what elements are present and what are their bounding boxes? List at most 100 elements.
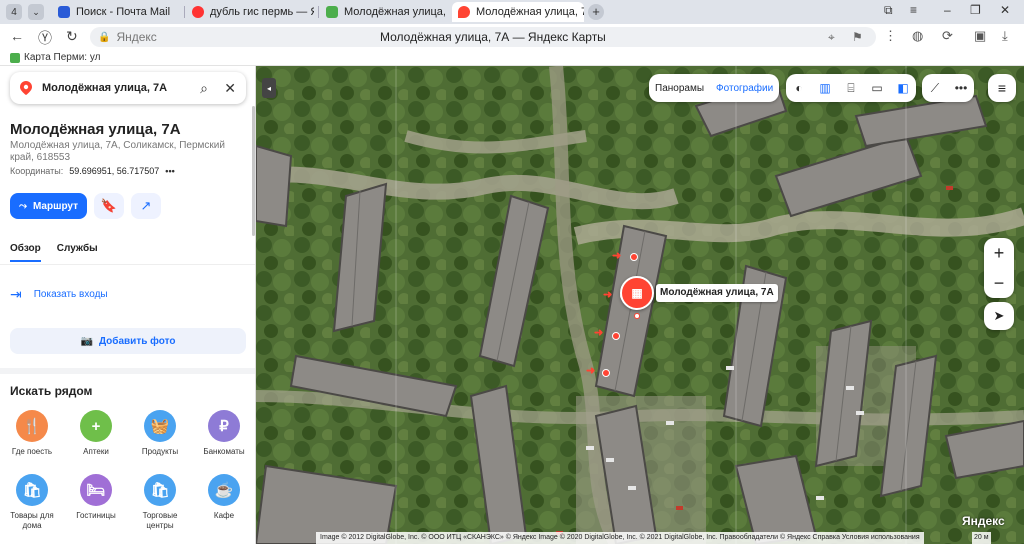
yandex-id-icon[interactable]: Ⓨ [38,28,52,48]
tab-divider [184,6,185,18]
shopping-bag-icon: 🛍 [144,474,176,506]
close-icon[interactable]: ✕ [224,80,236,97]
layers-icon[interactable]: ◧ [890,74,916,102]
entrance-arrow-icon: ➜ [603,289,613,301]
close-window-icon[interactable]: ✕ [1000,3,1010,17]
nearby-category[interactable]: 🛏 Гостиницы [66,474,126,521]
bookmark-item[interactable]: Карта Перми: ул [24,52,100,63]
show-entrances-link[interactable]: ⇥ Показать входы [10,286,108,303]
address-bar-row: ← Ⓨ ↻ 🔒 Яндекс Молодёжная улица, 7А — Ян… [0,24,1024,50]
section-divider [0,368,255,374]
back-arrow-icon[interactable]: ← [10,28,24,44]
more-vertical-icon[interactable]: ⋮ [884,28,897,44]
tab-divider [318,6,319,18]
nearby-category[interactable]: 🛍 Товары для дома [2,474,62,531]
route-button[interactable]: ⤳ Маршрут [10,193,87,219]
nearby-category[interactable]: 🛍 Торговые центры [130,474,190,531]
browser-tab-maps-1[interactable]: Молодёжная улица, 7а — ... [320,2,448,22]
tab-count-badge[interactable]: 4 [6,4,22,20]
minimize-icon[interactable]: – [944,3,951,17]
marker-label[interactable]: Молодёжная улица, 7А [656,284,778,302]
nearby-category-label: Банкоматы [203,447,245,456]
nearby-category[interactable]: ₽ Банкоматы [194,410,254,457]
tab-list-chevron-icon[interactable]: ⌄ [28,4,44,20]
search-input[interactable]: Молодёжная улица, 7А [42,82,167,94]
ruble-icon: ₽ [208,410,240,442]
maximize-icon[interactable]: ❐ [970,3,981,17]
menu-hamburger-icon[interactable]: ≡ [910,3,917,17]
sidebar-scrollbar[interactable] [252,106,255,236]
more-horizontal-icon[interactable]: ••• [948,74,974,102]
more-options-icon[interactable]: ••• [165,166,174,176]
nearby-title: Искать рядом [10,384,93,398]
panoramas-button[interactable]: Панорамы [649,83,710,94]
entrance-arrow-icon: ➜ [612,250,622,262]
place-address: Молодёжная улица, 7А, Соликамск, Пермски… [10,140,225,163]
new-tab-button[interactable]: + [588,4,604,20]
browser-tab-search[interactable]: дубль гис пермь — Яндекс [186,2,314,22]
coordinates-value[interactable]: 59.696951, 56.717507 [69,166,159,176]
url-page-title: Молодёжная улица, 7А — Яндекс Карты [380,30,606,44]
lock-icon[interactable]: 🔒 [98,32,110,43]
tab-overview[interactable]: Обзор [10,243,41,262]
main-menu-button[interactable]: ≡ [988,74,1016,102]
share-button[interactable]: ↗ [131,193,161,219]
globe-icon[interactable]: ◍ [912,28,923,44]
bed-icon: 🛏 [80,474,112,506]
tab-services[interactable]: Службы [57,243,98,262]
nearby-category-label: Торговые центры [142,511,178,530]
extension-icon[interactable]: ⟳ [942,28,953,44]
ruler-icon[interactable]: ⟋ [922,74,948,102]
satellite-layer-icon[interactable]: ◐ [786,74,812,102]
nearby-category-label: Гостиницы [76,511,116,520]
zoom-out-button[interactable]: − [984,268,1014,298]
fork-knife-icon: 🍴 [16,410,48,442]
downloads-icon[interactable]: ⤓ [1002,28,1008,44]
nearby-category[interactable]: 🍴 Где поесть [2,410,62,457]
camera-plus-icon: 📷 [80,335,93,347]
copyright-bar[interactable]: Image © 2012 DigitalGlobe, Inc. © ООО ИТ… [316,532,924,544]
bookmark-icon[interactable]: ⚑ [852,30,863,44]
browser-tab-label: Молодёжная улица, 7а — ... [344,6,448,18]
reload-icon[interactable]: ↻ [66,28,78,45]
bus-icon[interactable]: ▭ [864,74,890,102]
browser-tabbar: 4 ⌄ Поиск - Почта Mail дубль гис пермь —… [0,0,1024,24]
photos-button[interactable]: Фотографии [710,83,779,94]
pharmacy-cross-icon: + [80,410,112,442]
tabs-divider [0,264,255,265]
nearby-category[interactable]: + Аптеки [66,410,126,457]
nearby-category-label: Товары для дома [10,511,54,530]
entrance-arrow-icon: ➜ [594,327,604,339]
browser-tab-maps-active[interactable]: Молодёжная улица, 7А — ✕ [452,2,584,22]
extra-tools: ⟋ ••• [922,74,974,102]
camera-icon[interactable]: ⌸ [838,74,864,102]
search-box[interactable]: Молодёжная улица, 7А ⌕ ✕ [10,72,246,104]
building-marker[interactable]: ▦ [620,276,654,310]
search-icon[interactable]: ⌕ [200,80,208,97]
map-book-icon[interactable]: ▥ [812,74,838,102]
nearby-category[interactable]: ☕ Кафе [194,474,254,521]
share-icon: ↗ [140,198,152,213]
building-icon: ▦ [631,286,643,300]
collapse-sidebar-button[interactable]: ◂ [262,78,276,98]
browser-tab-mail[interactable]: Поиск - Почта Mail [52,2,180,22]
basket-icon: 🧺 [144,410,176,442]
my-location-button[interactable]: ➤ [984,302,1014,330]
map-tools: ◐ ▥ ⌸ ▭ ◧ [786,74,916,102]
satellite-map[interactable]: ◂ Панорамы Фотографии ◐ ▥ ⌸ ▭ ◧ ⟋ ••• ≡ … [256,66,1024,544]
nearby-category[interactable]: 🧺 Продукты [130,410,190,457]
entrance-marker[interactable] [612,332,620,340]
entrance-marker[interactable] [602,369,610,377]
location-pin-icon[interactable]: ⌖ [828,30,835,45]
bookmark-button[interactable]: 🔖 [94,193,124,219]
place-tabs: Обзор Службы [10,243,98,262]
entrance-arrow-icon: ➜ [586,365,596,377]
bookmarks-panel-icon[interactable]: ⧉ [884,3,893,18]
url-field[interactable]: 🔒 Яндекс Молодёжная улица, 7А — Яндекс К… [90,27,876,47]
translate-icon[interactable]: ▣ [974,28,986,44]
add-photo-button[interactable]: 📷 Добавить фото [10,328,246,354]
browser-tab-label: Поиск - Почта Mail [76,6,171,18]
entrance-marker[interactable] [630,253,638,261]
zoom-in-button[interactable]: + [984,238,1014,268]
bookmarks-bar: Карта Перми: ул [0,50,1024,66]
